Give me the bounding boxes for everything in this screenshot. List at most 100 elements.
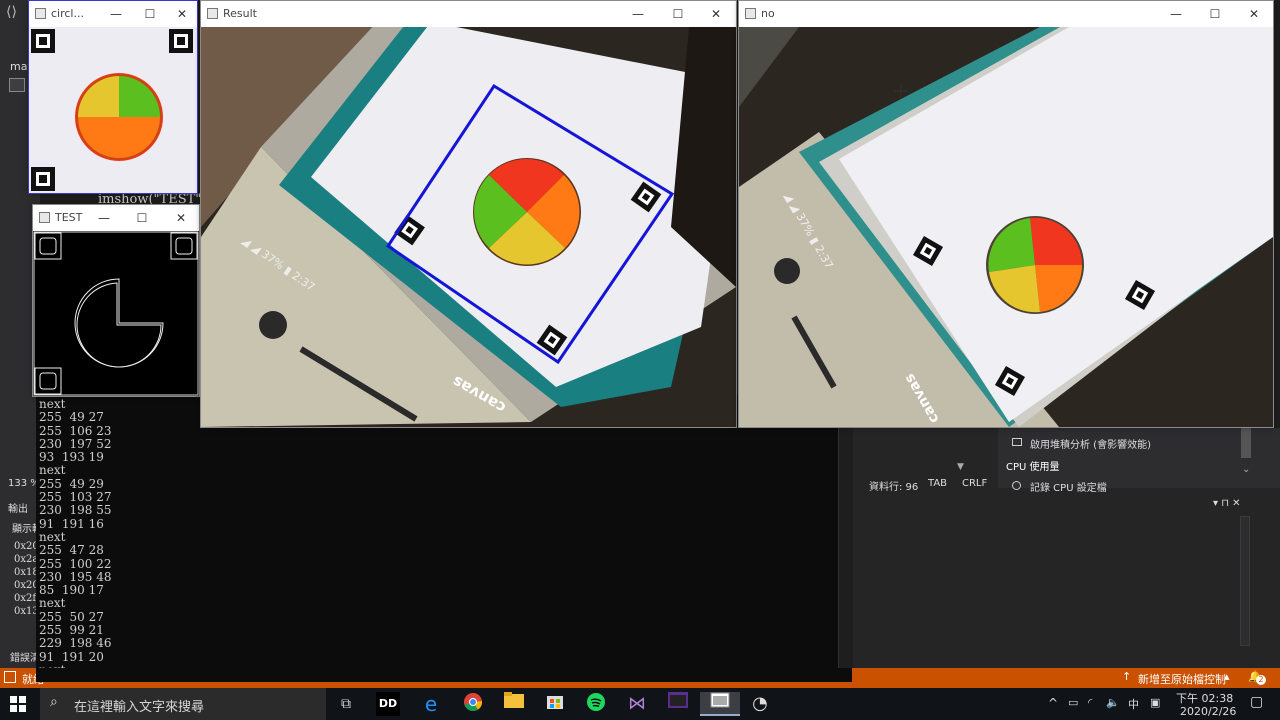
console-line: next [39,529,66,544]
tray-chevron-icon[interactable]: ^ [1048,696,1058,710]
volume-icon[interactable]: 🔈 [1106,696,1120,709]
ime-indicator[interactable]: 中 [1128,696,1139,712]
task-view-icon[interactable]: ⧉ [334,692,358,716]
spotify-icon[interactable] [584,692,608,716]
minimize-button[interactable]: — [621,3,655,25]
opencv-window-icon[interactable] [700,692,740,716]
status-bar-left-black [36,668,852,682]
dropdown-arrow-icon[interactable]: ▼ [957,462,964,472]
app-icon[interactable]: ◔ [748,692,772,716]
title-bar[interactable]: no — ☐ ✕ [739,1,1273,27]
cpu-usage-header[interactable]: CPU 使用量 [1006,458,1060,473]
maximize-button[interactable]: ☐ [1198,3,1232,25]
console-line: 93 193 19 [39,450,104,465]
taskbar-search[interactable]: ⌕ 在這裡輸入文字來搜尋 [40,688,326,720]
console-line: 255 99 21 [39,623,104,638]
vs-logo-icon: ⟨⟩ [6,4,17,20]
minimize-button[interactable]: — [87,207,121,229]
close-button[interactable]: ✕ [165,3,199,25]
circle-image-svg [31,29,193,191]
maximize-button[interactable]: ☐ [661,3,695,25]
circle-image [29,27,197,193]
zoom-level[interactable]: 133 % [8,478,40,489]
window-title: TEST [55,211,83,224]
chrome-icon[interactable] [461,692,485,716]
clock-date[interactable]: 2020/2/26 [1180,705,1236,718]
panel-scrollbar[interactable] [1240,516,1250,646]
pie [473,158,581,266]
close-button[interactable]: ✕ [164,207,198,229]
heap-analysis-item[interactable]: 啟用堆積分析 (會影響效能) [1030,436,1151,451]
line-info: 資料行: 96 [869,482,919,493]
console-output: next 255 49 27 255 106 23 230 197 52 93 193 … [36,395,852,668]
file-explorer-icon[interactable] [502,692,526,716]
heap-icon [1012,438,1022,446]
dolby-icon[interactable]: DD [376,692,400,716]
minimize-button[interactable]: — [99,3,133,25]
eol-info: CRLF [962,478,988,489]
edge-image-svg [33,231,199,396]
console-line: 229 198 46 [39,636,112,651]
title-bar[interactable]: TEST — ☐ ✕ [33,205,199,231]
console-line: next [39,596,66,611]
keyboard-icon[interactable]: ▣ [1150,696,1160,709]
window-icon [207,8,218,19]
close-button[interactable]: ✕ [1237,3,1271,25]
store-icon[interactable] [543,692,567,716]
marker-bottom-left [31,167,55,191]
status-chevron-icon: ▴ [1224,670,1230,683]
diag-list: 啟用堆積分析 (會影響效能) CPU 使用量 記錄 CPU 設定檔 ⌄ [998,428,1280,494]
console-line: 91 191 20 [39,649,104,664]
notification-count: 2 [1256,675,1266,685]
no-camera-image: ◢ ◢ 37% ▮ 2:37 canvas [739,27,1273,427]
record-cpu-item[interactable]: 記錄 CPU 設定檔 [1030,479,1107,494]
maximize-button[interactable]: ☐ [125,207,159,229]
result-camera-svg: ◢ ◢ 37% ▮ 2:37 canvas [201,27,736,427]
minimize-button[interactable]: — [1159,3,1193,25]
panel-tools: ▾ ⊓ ✕ [1213,498,1241,509]
output-panel-title[interactable]: 輸出 [8,500,28,515]
search-icon: ⌕ [50,694,58,710]
window-title: circl... [51,7,84,20]
window-title: no [761,7,775,20]
phone-camera [774,258,800,284]
title-bar[interactable]: circl... — ☐ ✕ [29,1,197,27]
toolbar-icon[interactable] [9,78,25,92]
window-icon [745,8,756,19]
pie [986,216,1084,314]
wifi-icon[interactable]: ◜ [1088,696,1092,709]
result-window[interactable]: Result — ☐ ✕ ◢ ◢ 37% ▮ 2:37 canvas [200,0,737,428]
window-icon [39,212,50,223]
result-camera-image: ◢ ◢ 37% ▮ 2:37 canvas [201,27,736,427]
console-line: 230 195 48 [39,569,112,584]
terminal-icon[interactable] [666,692,690,716]
console-line: 85 190 17 [39,583,104,598]
console-line: 91 191 16 [39,516,104,531]
close-button[interactable]: ✕ [699,3,733,25]
visual-studio-icon[interactable]: ⋈ [625,692,649,716]
console-line: 255 103 27 [39,490,112,505]
maximize-button[interactable]: ☐ [133,3,167,25]
console-line: 255 50 27 [39,609,104,624]
tab-info: TAB [928,478,948,489]
status-bar-icon [4,671,16,683]
battery-icon[interactable]: ▭ [1068,696,1078,709]
source-control-button[interactable]: 新增至原始檔控制 [1138,671,1226,687]
diagnostics-panel: ▼ 資料行: 96 TAB CRLF 啟用堆積分析 (會影響效能) CPU 使用… [853,428,1280,668]
phone-camera [259,311,287,339]
notification-center-icon[interactable]: ▢ [1250,694,1263,710]
marker-top-left [31,29,55,53]
console-line: 255 100 22 [39,556,112,571]
no-camera-svg: ◢ ◢ 37% ▮ 2:37 canvas [739,27,1273,427]
clock-time[interactable]: 下午 02:38 [1176,690,1233,706]
test-window[interactable]: TEST — ☐ ✕ [32,204,200,397]
windows-start-icon[interactable] [10,696,26,712]
title-bar[interactable]: Result — ☐ ✕ [201,1,736,27]
edge-icon[interactable]: e [419,692,443,716]
no-window[interactable]: no — ☐ ✕ ◢ ◢ 37% ▮ 2:37 canvas [738,0,1274,428]
circle-window[interactable]: circl... — ☐ ✕ [28,0,198,194]
marker-top-right [169,29,193,53]
diag-scrollbar[interactable] [1241,428,1251,458]
console-scrollbar[interactable] [838,428,852,682]
chevron-down-icon[interactable]: ⌄ [1242,464,1250,475]
